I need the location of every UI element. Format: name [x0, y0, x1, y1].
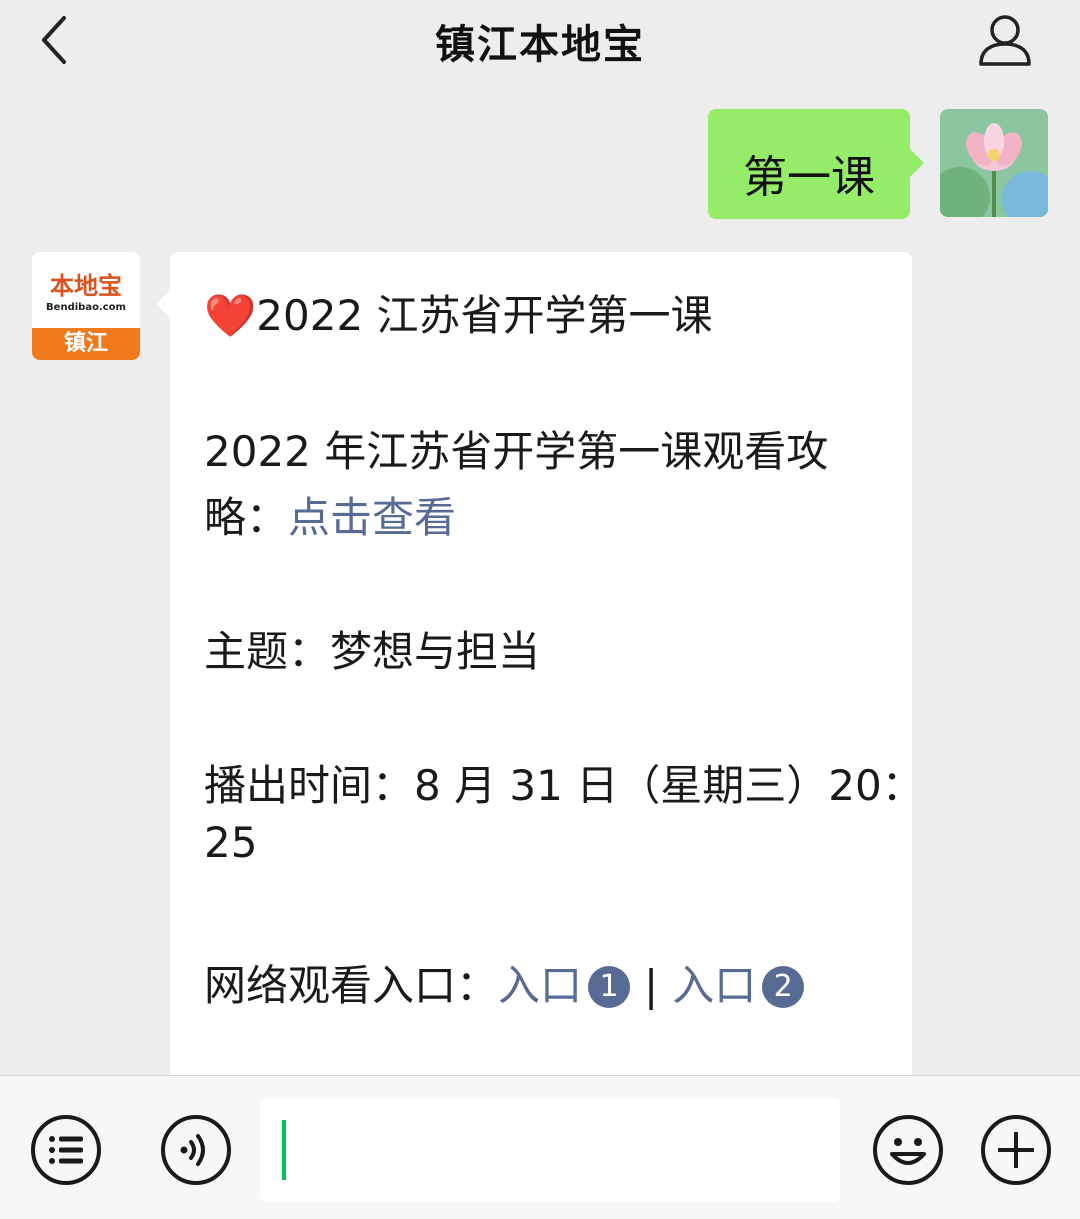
sent-message-bubble[interactable]: 第一课 [708, 109, 924, 219]
entry-2-number-badge: 2 [762, 966, 805, 1008]
emoji-icon[interactable] [872, 1114, 944, 1186]
avatar-city-text: 镇江 [32, 328, 140, 360]
bot-avatar[interactable]: 本地宝 Bendibao.com 镇江 [32, 252, 140, 360]
guide-prefix: 略： [204, 493, 289, 542]
bot-message-bubble[interactable]: ❤️2022 江苏省开学第一课 2022 年江苏省开学第一课观看攻 略：点击查看… [156, 252, 924, 1092]
nav-header: 镇江本地宝 [0, 0, 1080, 80]
entry-label: 网络观看入口： [204, 961, 499, 1010]
guide-line-2: 略：点击查看 [204, 484, 456, 545]
heart-icon: ❤️ [204, 291, 257, 340]
entry-line: 网络观看入口：入口 1 | 入口 2 [204, 952, 805, 1013]
user-avatar[interactable] [940, 109, 1048, 217]
entry-separator: | [644, 961, 659, 1010]
page-title: 镇江本地宝 [435, 22, 645, 68]
menu-list-icon[interactable] [30, 1114, 102, 1186]
avatar-brand-text: 本地宝 [50, 272, 122, 300]
broadcast-time-line-2: 25 [204, 818, 258, 867]
broadcast-time-line-1: 播出时间：8 月 31 日（星期三）20： [204, 761, 924, 810]
entry-1-link[interactable]: 入口 1 [498, 961, 631, 1010]
entry-2-label: 入口 [672, 961, 757, 1010]
entry-1-label: 入口 [498, 961, 583, 1010]
heading-text: 2022 江苏省开学第一课 [256, 291, 713, 340]
guide-line-1: 2022 年江苏省开学第一课观看攻 [204, 427, 829, 476]
message-heading: ❤️2022 江苏省开学第一课 [204, 282, 713, 343]
entry-2-link[interactable]: 入口 2 [672, 961, 805, 1010]
message-input[interactable] [260, 1098, 840, 1202]
avatar-domain-text: Bendibao.com [46, 302, 126, 313]
entry-1-number-badge: 1 [588, 966, 631, 1008]
profile-icon[interactable] [975, 10, 1035, 70]
theme-line: 主题：梦想与担当 [204, 627, 541, 676]
guide-link[interactable]: 点击查看 [288, 493, 456, 542]
voice-icon[interactable] [160, 1114, 232, 1186]
plus-icon[interactable] [980, 1114, 1052, 1186]
input-bar [0, 1075, 1080, 1219]
sent-message-text: 第一课 [743, 152, 875, 203]
text-cursor [282, 1120, 286, 1180]
